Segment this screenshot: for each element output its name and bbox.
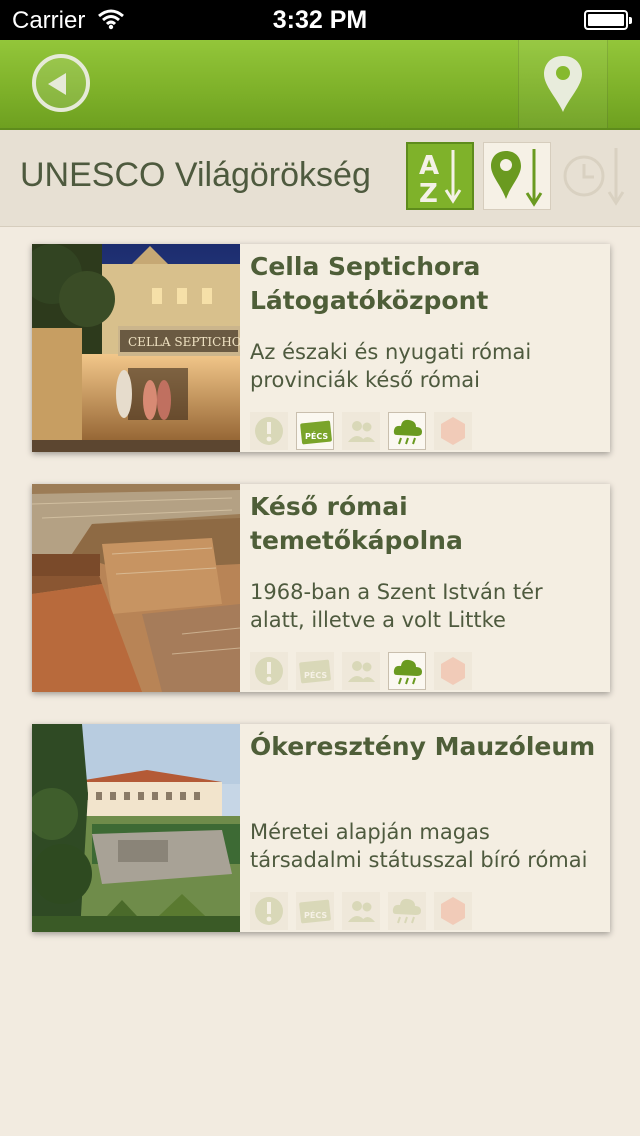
card-photo: CELLA SEPTICHORA [32,244,240,452]
svg-text:Z: Z [419,179,438,208]
card-description-line: Az északi és nyugati római [250,340,532,364]
pecs-card-icon: PÉCS [296,892,334,930]
group-icon [342,892,380,930]
pecs-card-icon: PÉCS [296,412,334,450]
card-description: Méretei alapján magas társadalmi státuss… [250,818,606,874]
pecs-label: PÉCS [304,669,327,680]
clock: 3:32 PM [272,6,368,34]
map-pin-icon [544,56,582,112]
section-header: UNESCO Világörökség A Z [0,130,640,227]
list-item[interactable]: CELLA SEPTICHORA Cella Septichora Látoga… [32,244,610,452]
list-item[interactable]: Ókeresztény Mauzóleum Méretei alapján ma… [32,724,610,932]
card-title: Cella Septichora Látogatóközpont [250,252,489,315]
card-description: 1968-ban a Szent István tér alatt, illet… [250,578,606,634]
pecs-label: PÉCS [305,430,328,441]
list-item[interactable]: Késő római temetőkápolna 1968-ban a Szen… [32,484,610,692]
sort-time-button[interactable] [560,142,628,210]
card-title: Késő római temetőkápolna [250,492,463,555]
alphabetical-sort-icon: A Z [419,150,462,209]
time-sort-icon [563,148,625,206]
info-icon [250,892,288,930]
info-icon [250,412,288,450]
rain-weather-icon [388,412,426,450]
card-description-line: társadalmi státusszal bíró római [250,848,588,872]
card-photo [32,484,240,692]
sort-distance-button[interactable] [483,142,551,210]
pecs-card-icon: PÉCS [296,652,334,690]
back-arrow-icon [48,73,66,95]
rain-weather-icon [388,892,426,930]
rain-weather-icon [388,652,426,690]
info-icon [250,652,288,690]
pecs-label: PÉCS [304,909,327,920]
photo-sign-text: CELLA SEPTICHORA [128,335,240,349]
card-title: Ókeresztény Mauzóleum [250,732,596,761]
map-button[interactable] [518,40,608,128]
status-bar: Carrier 3:32 PM [0,0,640,40]
hexagon-icon [434,892,472,930]
hexagon-icon [434,652,472,690]
svg-text:A: A [419,151,439,181]
hexagon-icon [434,412,472,450]
group-icon [342,652,380,690]
battery-icon [584,10,632,30]
group-icon [342,412,380,450]
distance-sort-icon [491,149,543,207]
card-description-line: 1968-ban a Szent István tér [250,580,543,604]
sort-alphabetical-button[interactable]: A Z [406,142,474,210]
card-photo [32,724,240,932]
card-description-line: provinciák késő római [250,368,480,392]
card-description-line: Méretei alapján magas [250,820,490,844]
card-description-line: alatt, illetve a volt Littke [250,608,506,632]
card-description: Az északi és nyugati római provinciák ké… [250,338,606,394]
back-button[interactable] [32,54,90,112]
nav-bar [0,40,640,130]
page-title: UNESCO Világörökség [20,156,371,194]
